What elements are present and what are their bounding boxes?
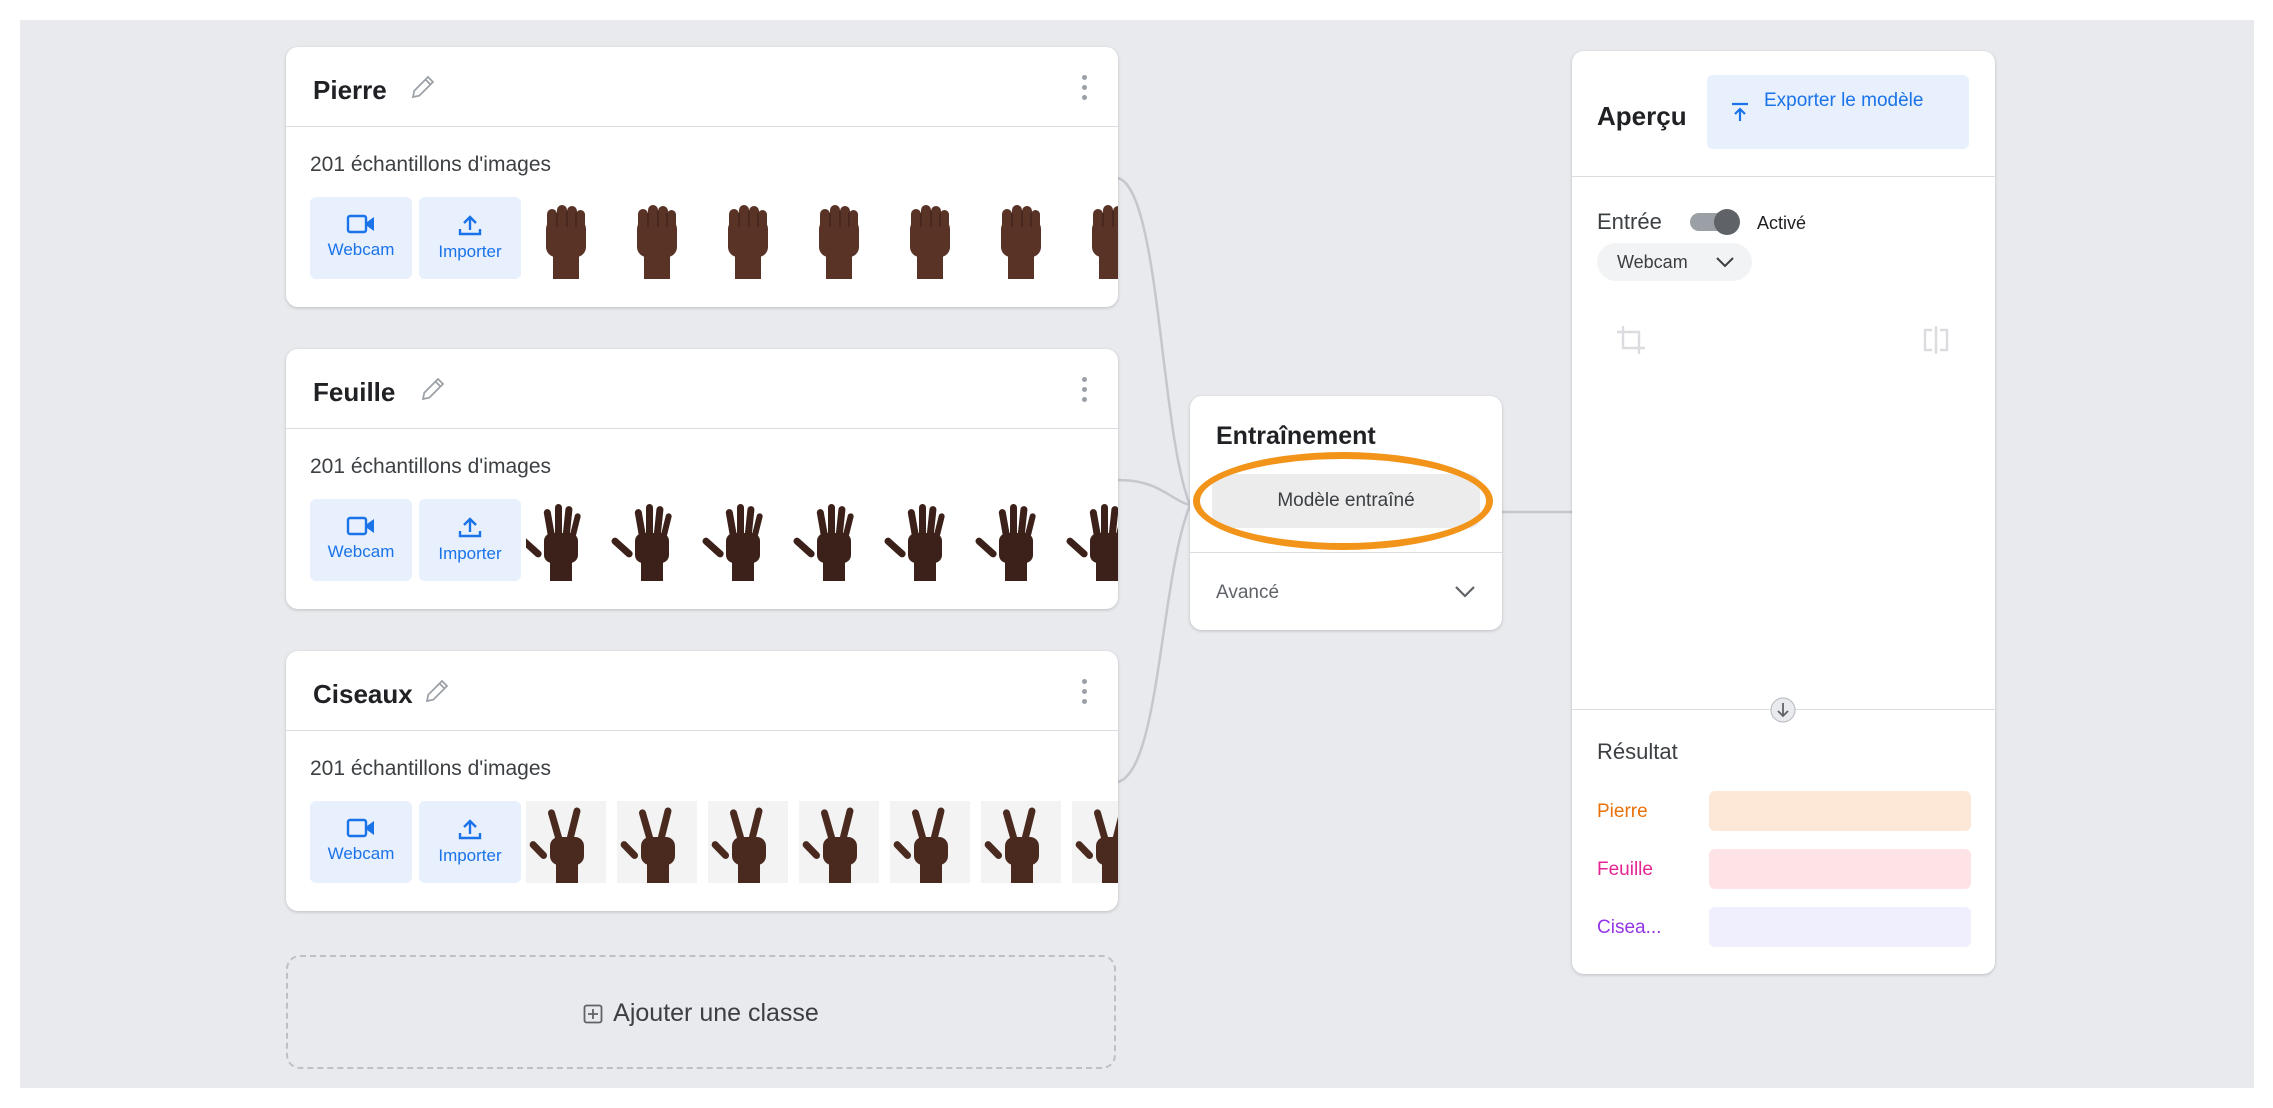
- sample-thumbnail[interactable]: [526, 801, 606, 883]
- import-button[interactable]: Importer: [419, 499, 521, 581]
- sample-thumbnail[interactable]: [981, 197, 1061, 279]
- more-vert-icon[interactable]: [1080, 75, 1088, 101]
- sample-thumbnail[interactable]: [708, 197, 788, 279]
- chevron-down-icon: [1716, 257, 1734, 268]
- sample-count: 201 échantillons d'images: [310, 153, 551, 176]
- more-vert-icon[interactable]: [1080, 377, 1088, 403]
- sample-thumbnail[interactable]: [526, 197, 606, 279]
- result-confidence-bar: [1709, 791, 1971, 831]
- crop-icon[interactable]: [1614, 323, 1648, 357]
- class-name[interactable]: Feuille: [313, 377, 395, 408]
- sample-thumbnail[interactable]: [799, 197, 879, 279]
- toggle-state: Activé: [1757, 213, 1807, 233]
- training-card: Entraînement Modèle entraîné Avancé: [1190, 396, 1502, 630]
- upload-icon: [458, 215, 482, 236]
- class-card-feuille: Feuille 201 échantillons d'images Webcam…: [286, 349, 1118, 609]
- webcam-button[interactable]: Webcam: [310, 197, 412, 279]
- sample-thumbnail[interactable]: [975, 499, 1055, 581]
- sample-thumbnails: [526, 499, 1118, 581]
- export-label: Exporter le modèle: [1764, 90, 1924, 111]
- sample-thumbnail[interactable]: [793, 499, 873, 581]
- more-vert-icon[interactable]: [1080, 679, 1088, 705]
- sample-thumbnail[interactable]: [617, 197, 697, 279]
- result-confidence-bar: [1709, 907, 1971, 947]
- source-dropdown[interactable]: Webcam: [1597, 243, 1752, 281]
- import-label: Importer: [438, 242, 502, 261]
- preview-title: Aperçu: [1597, 101, 1687, 131]
- sample-thumbnail[interactable]: [890, 197, 970, 279]
- class-name[interactable]: Ciseaux: [313, 679, 413, 710]
- import-button[interactable]: Importer: [419, 197, 521, 279]
- advanced-toggle[interactable]: Avancé: [1216, 582, 1279, 604]
- training-title: Entraînement: [1216, 422, 1376, 450]
- sample-thumbnail[interactable]: [884, 499, 964, 581]
- sample-thumbnails: [526, 197, 1118, 279]
- sample-thumbnail[interactable]: [1072, 801, 1118, 883]
- source-label: Webcam: [1617, 252, 1688, 272]
- sample-thumbnail[interactable]: [799, 801, 879, 883]
- result-name: Pierre: [1597, 801, 1648, 822]
- input-toggle[interactable]: [1690, 209, 1740, 235]
- sample-thumbnail[interactable]: [1066, 499, 1118, 581]
- result-name: Feuille: [1597, 859, 1653, 880]
- class-header: Pierre: [286, 47, 1118, 127]
- train-model-button[interactable]: Modèle entraîné: [1212, 474, 1480, 528]
- sample-thumbnail[interactable]: [981, 801, 1061, 883]
- result-name: Cisea...: [1597, 917, 1662, 938]
- result-confidence-bar: [1709, 849, 1971, 889]
- import-button[interactable]: Importer: [419, 801, 521, 883]
- sample-count: 201 échantillons d'images: [310, 455, 551, 478]
- pencil-icon[interactable]: [408, 72, 438, 102]
- add-box-icon: [583, 1004, 603, 1024]
- upload-icon: [458, 819, 482, 840]
- pencil-icon[interactable]: [418, 374, 448, 404]
- import-label: Importer: [438, 544, 502, 563]
- sample-thumbnail[interactable]: [526, 499, 600, 581]
- add-class-label: Ajouter une classe: [613, 999, 819, 1027]
- add-class-button[interactable]: Ajouter une classe: [286, 955, 1116, 1069]
- class-card-ciseaux: Ciseaux 201 échantillons d'images Webcam…: [286, 651, 1118, 911]
- class-card-pierre: Pierre 201 échantillons d'images Webcam …: [286, 47, 1118, 307]
- upload-icon: [458, 517, 482, 538]
- videocam-icon: [346, 214, 374, 234]
- divider: [1572, 176, 1995, 177]
- webcam-label: Webcam: [327, 542, 395, 561]
- upload-icon: [1732, 102, 1748, 121]
- sample-thumbnail[interactable]: [890, 801, 970, 883]
- class-name[interactable]: Pierre: [313, 75, 387, 106]
- sample-thumbnail[interactable]: [617, 801, 697, 883]
- chevron-down-icon[interactable]: [1452, 578, 1478, 604]
- webcam-button[interactable]: Webcam: [310, 801, 412, 883]
- videocam-icon: [346, 516, 374, 536]
- webcam-label: Webcam: [327, 240, 395, 259]
- sample-count: 201 échantillons d'images: [310, 757, 551, 780]
- toggle-knob: [1714, 209, 1740, 235]
- sample-thumbnail[interactable]: [1072, 197, 1118, 279]
- flip-icon[interactable]: [1919, 323, 1953, 357]
- input-label: Entrée: [1597, 209, 1662, 234]
- webcam-button[interactable]: Webcam: [310, 499, 412, 581]
- output-label: Résultat: [1597, 739, 1678, 764]
- class-header: Feuille: [286, 349, 1118, 429]
- sample-thumbnail[interactable]: [702, 499, 782, 581]
- class-header: Ciseaux: [286, 651, 1118, 731]
- webcam-label: Webcam: [327, 844, 395, 863]
- add-class-content: Ajouter une classe: [288, 999, 1114, 1028]
- export-model-button[interactable]: Exporter le modèle: [1707, 75, 1969, 149]
- sample-thumbnail[interactable]: [708, 801, 788, 883]
- pencil-icon[interactable]: [422, 676, 452, 706]
- videocam-icon: [346, 818, 374, 838]
- arrow-down-icon[interactable]: [1769, 696, 1797, 724]
- import-label: Importer: [438, 846, 502, 865]
- sample-thumbnail[interactable]: [611, 499, 691, 581]
- sample-thumbnails: [526, 801, 1118, 883]
- preview-card: Aperçu Exporter le modèle Entrée Activé …: [1572, 51, 1995, 974]
- divider: [1190, 552, 1502, 553]
